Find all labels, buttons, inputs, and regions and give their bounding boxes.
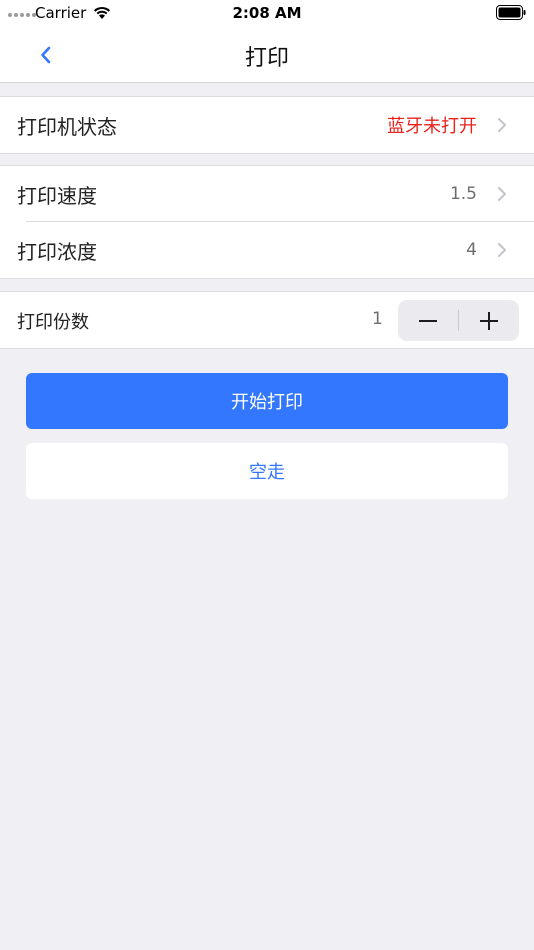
feed-paper-button[interactable]: 空走	[26, 443, 508, 499]
chevron-right-icon	[498, 243, 506, 257]
print-speed-label: 打印速度	[17, 183, 97, 208]
print-density-value: 4	[466, 240, 477, 260]
printer-status-row[interactable]: 打印机状态 蓝牙未打开	[0, 97, 534, 153]
decrement-copies-button[interactable]	[398, 300, 458, 341]
print-speed-value: 1.5	[449, 184, 477, 204]
page-title: 打印	[244, 46, 289, 71]
minus-icon	[419, 319, 437, 322]
print-copies-value: 1	[372, 309, 383, 329]
battery-icon	[496, 5, 526, 20]
print-settings-group: 打印速度 1.5 打印浓度 4	[0, 165, 534, 279]
navigation-bar: 打印	[0, 27, 534, 83]
printer-status-group: 打印机状态 蓝牙未打开	[0, 96, 534, 154]
print-density-row[interactable]: 打印浓度 4	[0, 222, 534, 278]
print-copies-group: 打印份数 1	[0, 291, 534, 349]
print-speed-row[interactable]: 打印速度 1.5	[0, 166, 534, 222]
print-density-label: 打印浓度	[17, 239, 97, 264]
print-screen: Carrier 2:08 AM 打印 打印机状态 蓝牙未打开 打印速度 1.5 …	[0, 0, 534, 950]
print-copies-label: 打印份数	[17, 312, 89, 333]
status-bar: Carrier 2:08 AM	[0, 0, 534, 27]
print-copies-row: 打印份数 1	[0, 292, 534, 348]
chevron-right-icon	[498, 187, 506, 201]
increment-copies-button[interactable]	[459, 300, 519, 341]
printer-status-value: 蓝牙未打开	[387, 116, 477, 137]
printer-status-label: 打印机状态	[17, 114, 117, 139]
clock: 2:08 AM	[232, 4, 302, 22]
start-print-button[interactable]: 开始打印	[26, 373, 508, 429]
copies-stepper	[398, 300, 519, 341]
chevron-right-icon	[498, 118, 506, 132]
plus-icon	[480, 311, 498, 330]
